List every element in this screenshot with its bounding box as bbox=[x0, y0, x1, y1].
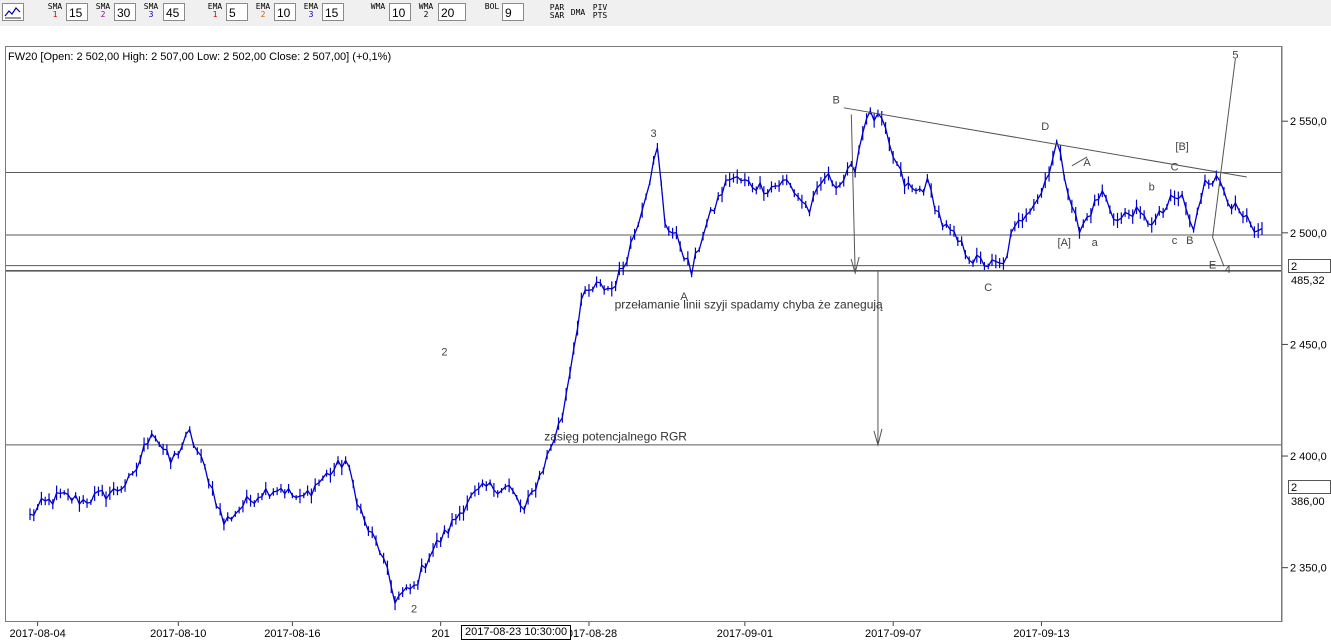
indicator-period-input[interactable]: 10 bbox=[389, 3, 411, 21]
indicator-period-input[interactable]: 15 bbox=[66, 3, 88, 21]
indicator-label-sma2: SMA 2 bbox=[95, 2, 111, 19]
wave-label: 3 bbox=[651, 128, 657, 140]
indicator-label-ema2: EMA 2 bbox=[255, 2, 271, 19]
wave-label: 2 bbox=[441, 347, 447, 359]
indicator-label-sma1: SMA 1 bbox=[47, 2, 63, 19]
crosshair-date-label: 2017-08-23 10:30:00 bbox=[461, 625, 572, 640]
wave-label: b bbox=[1149, 181, 1155, 193]
indicator-label-ema3: EMA 3 bbox=[303, 2, 319, 19]
indicator-period-input[interactable]: 5 bbox=[226, 3, 248, 21]
wave-label: E bbox=[1209, 260, 1216, 272]
indicator-period-input[interactable]: 45 bbox=[163, 3, 185, 21]
annotation-text: zasięg potencjalnego RGR bbox=[544, 429, 687, 443]
x-tick-label: 2017-08-04 bbox=[9, 628, 65, 640]
toolbar-button-dma[interactable]: DMA bbox=[568, 9, 588, 17]
indicator-period-input[interactable]: 30 bbox=[114, 3, 136, 21]
y-tick-label: 2 450,0 bbox=[1290, 339, 1327, 351]
x-tick-label: 2017-08-16 bbox=[264, 628, 320, 640]
x-tick-label: 2017-09-01 bbox=[717, 628, 773, 640]
drawn-line bbox=[850, 114, 856, 274]
wave-label: D bbox=[1041, 121, 1049, 133]
wave-label: B bbox=[832, 94, 839, 106]
x-tick-label: 2017-08-10 bbox=[150, 628, 206, 640]
wave-label: [A] bbox=[1058, 237, 1071, 249]
price-chart[interactable]: 2 350,0 2 400,0 2 450,0 2 500,0 2 550,0 2017-… bbox=[0, 26, 1331, 643]
toolbar-button-par[interactable]: PAR SAR bbox=[547, 4, 567, 20]
price-level-badge: 2 485,32 bbox=[1288, 258, 1331, 287]
indicator-label-wma0: WMA bbox=[370, 2, 386, 11]
x-tick-label: 201 bbox=[431, 628, 449, 640]
wave-label: C bbox=[1171, 161, 1179, 173]
price-level-badge: 2 386,00 bbox=[1288, 480, 1331, 508]
y-tick-label: 2 350,0 bbox=[1290, 563, 1327, 575]
x-tick-label: 2017-09-07 bbox=[865, 628, 921, 640]
indicator-label-bol0: BOL bbox=[484, 2, 500, 11]
wave-label: 2 bbox=[411, 603, 417, 615]
chart-type-icon[interactable] bbox=[2, 3, 24, 21]
indicator-toolbar: SMA 1 15 SMA 2 30 SMA 3 45 EMA 1 5 EMA 2 10 EMA 3 15 WMA 10… bbox=[0, 0, 1331, 26]
wave-label: 5 bbox=[1232, 50, 1238, 62]
toolbar-button-piv[interactable]: PIV PTS bbox=[590, 4, 610, 20]
wave-label: c bbox=[1172, 235, 1178, 247]
indicator-period-input[interactable]: 15 bbox=[322, 3, 344, 21]
wave-label: [B] bbox=[1175, 141, 1188, 153]
y-tick-label: 2 400,0 bbox=[1290, 451, 1327, 463]
wave-label: 4 bbox=[1225, 264, 1231, 276]
wave-label: A bbox=[1083, 157, 1091, 169]
wave-label: C bbox=[984, 282, 992, 294]
ohlc-header: FW20 [Open: 2 502,00 High: 2 507,00 Low:… bbox=[8, 51, 392, 63]
y-tick-label: 2 550,0 bbox=[1290, 116, 1327, 128]
indicator-period-input[interactable]: 20 bbox=[438, 3, 466, 21]
x-tick-label: 2017-09-13 bbox=[1013, 628, 1069, 640]
price-line bbox=[29, 109, 1263, 605]
wave-label: a bbox=[1092, 237, 1099, 249]
indicator-label-sma3: SMA 3 bbox=[143, 2, 159, 19]
wave-label: B bbox=[1186, 235, 1193, 247]
indicator-label-ema1: EMA 1 bbox=[207, 2, 223, 19]
indicator-period-input[interactable]: 9 bbox=[502, 3, 524, 21]
annotation-text: przełamanie linii szyji spadamy chyba że… bbox=[615, 298, 883, 312]
y-tick-label: 2 500,0 bbox=[1290, 228, 1327, 240]
indicator-label-wma2: WMA 2 bbox=[418, 2, 434, 19]
indicator-period-input[interactable]: 10 bbox=[274, 3, 296, 21]
